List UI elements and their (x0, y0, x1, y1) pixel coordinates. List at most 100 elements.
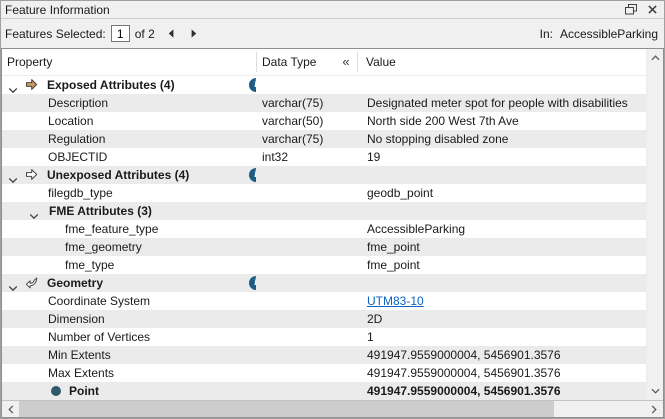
property-label: Geometry (47, 276, 104, 290)
feature-information-panel: Feature Information Features Selected: o… (0, 0, 665, 419)
expand-chevron[interactable] (29, 207, 40, 220)
property-label: Dimension (48, 312, 105, 326)
value-cell (357, 166, 646, 184)
property-label: Unexposed Attributes (4) (47, 168, 190, 182)
next-feature-button[interactable] (187, 27, 201, 41)
expand-chevron[interactable] (8, 279, 19, 292)
property-cell: OBJECTID (2, 148, 256, 166)
exposed-attributes-icon (25, 78, 38, 94)
table-row[interactable]: FME Attributes (3) (2, 202, 646, 220)
table-row[interactable]: fme_geometry fme_point (2, 238, 646, 256)
table-row[interactable]: fme_feature_type AccessibleParking (2, 220, 646, 238)
table-row[interactable]: fme_type fme_point (2, 256, 646, 274)
data-type-cell (256, 364, 357, 382)
scroll-left-button[interactable] (4, 401, 18, 417)
table-row[interactable]: Coordinate System UTM83-10 (2, 292, 646, 310)
info-icon[interactable]: i (249, 78, 256, 92)
property-cell: fme_type (2, 256, 256, 274)
data-type-cell (256, 274, 357, 292)
unexposed-attributes-icon (25, 168, 38, 184)
chevron-up-icon (651, 55, 660, 61)
property-cell: Max Extents (2, 364, 256, 382)
table-rows: Exposed Attributes (4) i Description varcha… (2, 76, 646, 400)
table-row[interactable]: Min Extents 491947.9559000004, 5456901.35… (2, 346, 646, 364)
property-label: filegdb_type (48, 186, 113, 200)
property-cell: filegdb_type (2, 184, 256, 202)
table-row[interactable]: Point 491947.9559000004, 5456901.3576 (2, 382, 646, 400)
horizontal-scrollbar-thumb[interactable] (19, 401, 554, 417)
value-cell: AccessibleParking (367, 222, 466, 236)
property-label: Location (48, 114, 94, 128)
panel-title: Feature Information (5, 2, 110, 17)
panel-title-bar[interactable]: Feature Information (1, 1, 664, 19)
column-header-property[interactable]: Property (7, 49, 52, 76)
data-type-cell: int32 (262, 150, 289, 164)
table-row[interactable]: Regulation varchar(75) No stopping disable… (2, 130, 646, 148)
value-cell: fme_point (367, 258, 420, 272)
data-type-cell (256, 166, 357, 184)
property-cell: Coordinate System (2, 292, 256, 310)
data-type-cell (256, 328, 357, 346)
data-type-cell: varchar(75) (262, 132, 324, 146)
data-type-cell (256, 346, 357, 364)
value-cell: 1 (367, 330, 374, 344)
table-row[interactable]: Dimension 2D (2, 310, 646, 328)
table-row[interactable]: Max Extents 491947.9559000004, 5456901.35… (2, 364, 646, 382)
horizontal-scrollbar[interactable] (2, 400, 663, 417)
data-type-cell (256, 310, 357, 328)
property-label: fme_type (65, 258, 115, 272)
feature-type-value: AccessibleParking (559, 26, 658, 41)
table-row[interactable]: Exposed Attributes (4) i (2, 76, 646, 94)
table-row[interactable]: Description varchar(75) Designated meter s… (2, 94, 646, 112)
property-label: FME Attributes (3) (49, 204, 152, 218)
expand-chevron[interactable] (8, 81, 19, 94)
left-arrow-icon (168, 29, 174, 38)
expand-chevron[interactable] (8, 171, 19, 184)
scroll-down-button[interactable] (647, 384, 664, 398)
info-icon[interactable]: i (249, 168, 256, 182)
previous-feature-button[interactable] (164, 27, 178, 41)
float-panel-button[interactable] (622, 2, 640, 17)
property-cell: fme_geometry (2, 238, 256, 256)
table-row[interactable]: Geometry i (2, 274, 646, 292)
property-label: fme_feature_type (65, 222, 159, 236)
scroll-right-button[interactable] (647, 401, 661, 417)
close-panel-button[interactable] (643, 2, 661, 17)
property-cell: Geometry i (2, 274, 256, 292)
property-label: Regulation (48, 132, 106, 146)
table-row[interactable]: Unexposed Attributes (4) i (2, 166, 646, 184)
chevron-down-icon (651, 388, 660, 394)
table-row[interactable]: OBJECTID int32 19 (2, 148, 646, 166)
column-header-data-type[interactable]: Data Type (262, 49, 316, 76)
collapse-column-button[interactable]: « (336, 49, 356, 76)
property-cell: FME Attributes (3) (2, 202, 256, 220)
in-label: In: (539, 26, 553, 41)
value-cell (357, 274, 646, 292)
property-cell: Number of Vertices (2, 328, 256, 346)
expand-chevron-icon (8, 285, 18, 292)
column-separator[interactable] (357, 52, 358, 72)
property-cell: Location (2, 112, 256, 130)
table-row[interactable]: filegdb_type geodb_point (2, 184, 646, 202)
scroll-up-button[interactable] (647, 51, 664, 65)
table-row[interactable]: Number of Vertices 1 (2, 328, 646, 346)
info-icon[interactable]: i (249, 276, 256, 290)
data-type-cell (256, 202, 357, 220)
chevron-right-icon (651, 404, 657, 414)
coordinate-system-link[interactable]: UTM83-10 (367, 294, 424, 308)
value-cell: 491947.9559000004, 5456901.3576 (367, 384, 561, 398)
data-type-cell (256, 292, 357, 310)
vertical-scrollbar[interactable] (646, 49, 663, 400)
float-icon (625, 4, 637, 15)
data-type-cell (256, 256, 357, 274)
table-row[interactable]: Location varchar(50) North side 200 West 7… (2, 112, 646, 130)
features-selected-label: Features Selected: (5, 26, 106, 41)
feature-index-input[interactable] (110, 25, 130, 42)
value-cell: 2D (367, 312, 383, 326)
right-arrow-icon (191, 29, 196, 38)
value-cell (357, 202, 646, 220)
column-header-value[interactable]: Value (366, 49, 396, 76)
property-cell: Unexposed Attributes (4) i (2, 166, 256, 184)
property-label: Description (48, 96, 109, 110)
column-separator[interactable] (256, 52, 257, 72)
